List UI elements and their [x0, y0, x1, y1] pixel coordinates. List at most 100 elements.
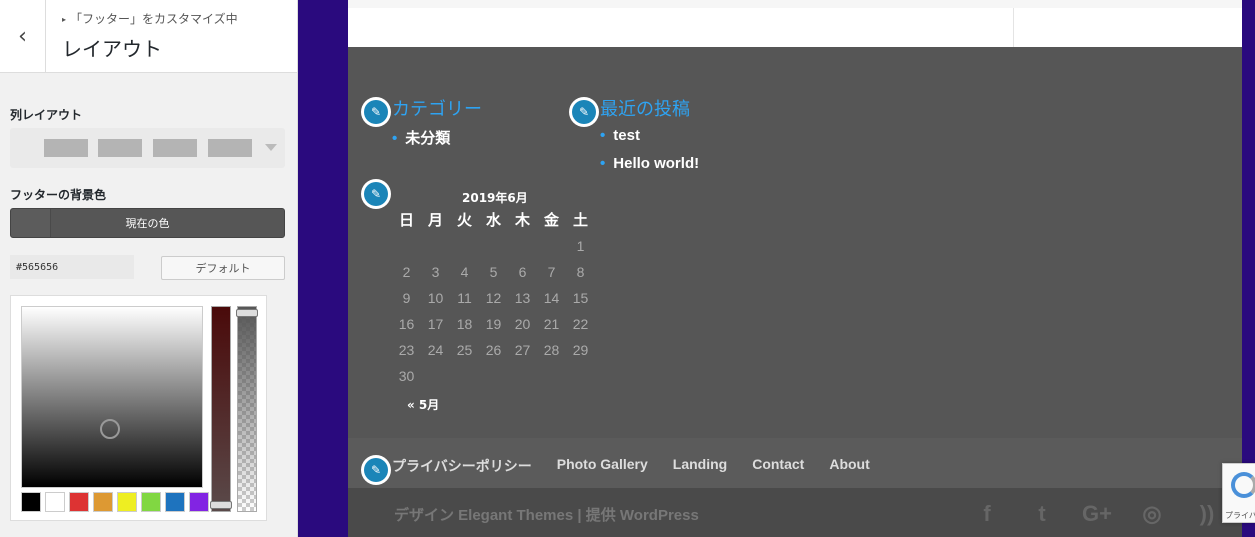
calendar-day: 9: [402, 290, 411, 306]
calendar-weekday: 水: [485, 210, 501, 229]
footer-bottom-bar: デザイン Elegant Themes | 提供 WordPress f t G+ ◎…: [348, 488, 1242, 537]
hex-color-input[interactable]: [10, 255, 134, 279]
calendar-day: 29: [572, 342, 589, 358]
calendar-day: 2: [402, 264, 411, 280]
pencil-icon: ✎: [364, 100, 388, 124]
calendar-day: 7: [547, 264, 556, 280]
hue-slider[interactable]: [210, 306, 232, 512]
category-link[interactable]: 未分類: [392, 127, 450, 148]
edit-menu-button[interactable]: ✎: [361, 455, 391, 485]
calendar-day: [537, 233, 566, 259]
palette-swatch[interactable]: [93, 492, 113, 512]
edit-widget-button[interactable]: ✎: [361, 179, 391, 209]
widget-title-recent-posts: 最近の投稿: [600, 99, 690, 120]
pencil-icon: ✎: [364, 458, 388, 482]
palette-swatch[interactable]: [141, 492, 161, 512]
calendar-day: 3: [431, 264, 440, 280]
calendar-day: 30: [398, 368, 415, 384]
calendar-day: [508, 233, 537, 259]
column-layout-select[interactable]: [10, 128, 285, 168]
palette-swatch[interactable]: [189, 492, 209, 512]
calendar-day: [479, 233, 508, 259]
calendar-weekday: 金: [543, 210, 559, 229]
calendar-day: 18: [456, 316, 473, 332]
twitter-icon[interactable]: t: [1027, 501, 1057, 527]
edit-widget-button[interactable]: ✎: [569, 97, 599, 127]
chevron-left-icon: ‹: [18, 23, 27, 49]
column-block: [44, 139, 88, 157]
recent-post-link[interactable]: test: [600, 127, 640, 144]
content-topbar: [348, 0, 1242, 8]
calendar-day: 24: [427, 342, 444, 358]
calendar-day: 21: [543, 316, 560, 332]
calendar-week: 2 3 4 5 6 7 8: [392, 259, 595, 285]
calendar-day: [537, 363, 566, 389]
site-preview: ✎ カテゴリー 未分類 ✎ 最近の投稿 test Hello world! ✎ …: [348, 0, 1242, 537]
calendar-day: [421, 363, 450, 389]
calendar-day: 19: [485, 316, 502, 332]
calendar-week: 1: [392, 233, 595, 259]
footer-nav-link[interactable]: Landing: [673, 456, 727, 476]
palette-swatch[interactable]: [21, 492, 41, 512]
google-plus-icon[interactable]: G+: [1082, 501, 1112, 527]
default-button[interactable]: デフォルト: [161, 256, 285, 280]
pencil-icon: ✎: [572, 100, 596, 124]
alpha-handle[interactable]: [236, 309, 258, 317]
calendar-day: 11: [457, 290, 472, 306]
calendar-day: 5: [489, 264, 498, 280]
caret-right-icon: ▸: [62, 15, 67, 24]
section-title: レイアウト: [62, 37, 162, 61]
palette-swatch[interactable]: [165, 492, 185, 512]
calendar-day: [421, 233, 450, 259]
calendar-day: 26: [485, 342, 502, 358]
calendar-caption: 2019年6月: [462, 191, 528, 205]
current-color-label: 現在の色: [125, 217, 170, 230]
instagram-icon[interactable]: ◎: [1137, 501, 1167, 527]
recent-post-link[interactable]: Hello world!: [600, 155, 699, 172]
footer-nav-link[interactable]: About: [829, 456, 869, 476]
column-layout-label: 列レイアウト: [10, 108, 83, 122]
color-handle[interactable]: [100, 419, 120, 439]
recaptcha-badge[interactable]: プライバシー 利用: [1222, 463, 1255, 523]
footer-nav-link[interactable]: Contact: [752, 456, 804, 476]
current-color-button[interactable]: 現在の色: [10, 208, 285, 238]
alpha-slider[interactable]: [236, 306, 258, 512]
calendar-day: [508, 363, 537, 389]
chevron-down-icon: [265, 144, 277, 151]
sidebar-header: ‹ ▸ 「フッター」をカスタマイズ中 レイアウト: [0, 0, 297, 73]
footer-nav-link[interactable]: Photo Gallery: [557, 456, 648, 476]
calendar-day: 27: [514, 342, 531, 358]
calendar-prev-link[interactable]: « 5月: [407, 396, 439, 413]
calendar-day: 20: [514, 316, 531, 332]
hue-handle[interactable]: [210, 501, 232, 509]
calendar-weekday: 土: [572, 210, 588, 229]
palette-swatch[interactable]: [69, 492, 89, 512]
edit-widget-button[interactable]: ✎: [361, 97, 391, 127]
calendar-weekday: 月: [427, 210, 443, 229]
calendar-day: 8: [576, 264, 585, 280]
facebook-icon[interactable]: f: [972, 501, 1002, 527]
social-icons: f t G+ ◎)): [972, 501, 1222, 527]
footer-nav-link[interactable]: プライバシーポリシー: [392, 456, 532, 476]
calendar-day: 13: [514, 290, 531, 306]
calendar-day: 12: [485, 290, 502, 306]
footer-widgets: ✎ カテゴリー 未分類 ✎ 最近の投稿 test Hello world! ✎ …: [348, 47, 1242, 438]
calendar-day: 15: [572, 290, 589, 306]
back-button[interactable]: ‹: [0, 0, 46, 72]
calendar-day: [450, 363, 479, 389]
footer-bg-color-label: フッターの背景色: [10, 188, 107, 202]
sidebar-divider: [1013, 8, 1014, 47]
palette-swatch[interactable]: [117, 492, 137, 512]
saturation-value-area[interactable]: [21, 306, 203, 488]
calendar-day: 6: [518, 264, 527, 280]
column-block: [153, 139, 197, 157]
breadcrumb-text: 「フッター」をカスタマイズ中: [70, 12, 238, 26]
calendar-day: 17: [427, 316, 444, 332]
recaptcha-icon: [1231, 472, 1255, 498]
calendar-day: 4: [460, 264, 469, 280]
column-block: [98, 139, 142, 157]
calendar-day: 23: [398, 342, 415, 358]
calendar-day: [566, 363, 595, 389]
rss-icon[interactable]: )): [1192, 501, 1222, 527]
palette-swatch[interactable]: [45, 492, 65, 512]
